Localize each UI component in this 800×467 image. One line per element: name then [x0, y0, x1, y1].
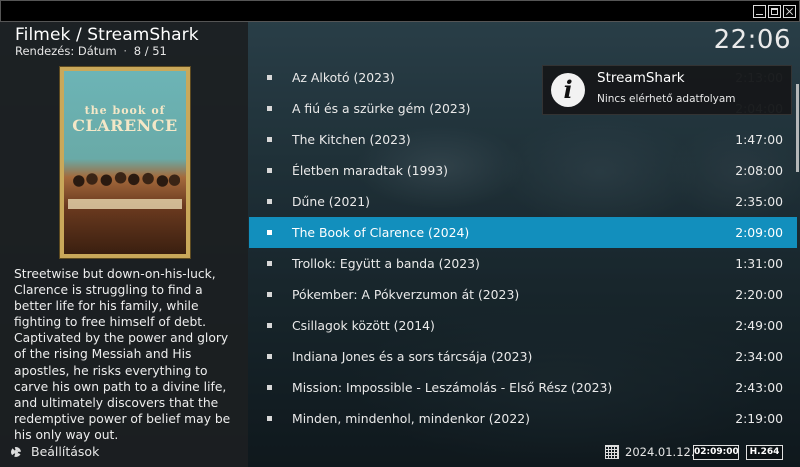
list-item[interactable]: Indiana Jones és a sors tárcsája (2023) 2… [249, 341, 797, 372]
movie-poster: the book of CLARENCE [60, 67, 190, 258]
close-icon[interactable] [783, 5, 796, 18]
duration-badge: 02:09:00 [693, 445, 739, 460]
bullet-icon [267, 354, 272, 359]
movie-title: Minden, mindenhol, mindenkor (2022) [292, 411, 530, 426]
list-item[interactable]: Csillagok között (2014) 2:49:00 [249, 310, 797, 341]
notification-title: StreamShark [597, 70, 685, 86]
sort-label: Rendezés: Dátum [15, 44, 117, 58]
list-item[interactable]: Trollok: Együtt a banda (2023) 1:31:00 [249, 248, 797, 279]
movie-duration: 2:09:00 [735, 225, 783, 240]
bullet-icon [267, 106, 272, 111]
movie-duration: 2:19:00 [735, 411, 783, 426]
minimize-icon[interactable] [753, 5, 766, 18]
movie-title: Trollok: Együtt a banda (2023) [292, 256, 480, 271]
bullet-icon [267, 75, 272, 80]
movie-duration: 2:20:00 [735, 287, 783, 302]
movie-title: Az Alkotó (2023) [292, 70, 395, 85]
list-item[interactable]: Pókember: A Pókverzumon át (2023) 2:20:00 [249, 279, 797, 310]
movie-title: Pókember: A Pókverzumon át (2023) [292, 287, 520, 302]
status-bar: 2024.01.12. 02:09:00 H.264 [0, 439, 800, 467]
movie-title: The Kitchen (2023) [292, 132, 411, 147]
bullet-icon [267, 385, 272, 390]
separator: · [123, 44, 128, 58]
notification-toast: i StreamShark Nincs elérhető adatfolyam [542, 65, 792, 115]
bullet-icon [267, 323, 272, 328]
movie-title: Mission: Impossible - Leszámolás - Első … [292, 380, 613, 395]
list-item[interactable]: Mission: Impossible - Leszámolás - Első … [249, 372, 797, 403]
clock: 22:06 [713, 25, 791, 55]
list-item[interactable]: Dűne (2021) 2:35:00 [249, 186, 797, 217]
list-item[interactable]: The Kitchen (2023) 1:47:00 [249, 124, 797, 155]
bullet-icon [267, 261, 272, 266]
poster-logo: the book of CLARENCE [72, 104, 178, 135]
bullet-icon [267, 199, 272, 204]
movie-title: A fiú és a szürke gém (2023) [292, 101, 471, 116]
movie-duration: 1:47:00 [735, 132, 783, 147]
movie-title: The Book of Clarence (2024) [292, 225, 470, 240]
list-item[interactable]: The Book of Clarence (2024) 2:09:00 [249, 217, 797, 248]
window-titlebar [0, 0, 800, 22]
movie-duration: 2:49:00 [735, 318, 783, 333]
sort-info: Rendezés: Dátum · 8 / 51 [15, 44, 167, 58]
movie-duration: 2:34:00 [735, 349, 783, 364]
movie-title: Csillagok között (2014) [292, 318, 435, 333]
notification-message: Nincs elérhető adatfolyam [597, 93, 736, 105]
date-text: 2024.01.12. [625, 445, 695, 459]
plot-text: Streetwise but down-on-his-luck, Clarenc… [14, 267, 231, 442]
list-item[interactable]: Minden, mindenhol, mindenkor (2022) 2:19:… [249, 403, 797, 434]
calendar-icon [605, 445, 619, 459]
movie-duration: 2:08:00 [735, 163, 783, 178]
movie-duration: 2:35:00 [735, 194, 783, 209]
bullet-icon [267, 230, 272, 235]
media-view: Filmek / StreamShark Rendezés: Dátum · 8… [0, 22, 800, 467]
bullet-icon [267, 416, 272, 421]
movie-title: Dűne (2021) [292, 194, 371, 209]
page-title: Filmek / StreamShark [15, 25, 199, 45]
codec-badge: H.264 [746, 445, 783, 460]
bullet-icon [267, 292, 272, 297]
movie-title: Életben maradtak (1993) [292, 163, 449, 178]
movie-title: Indiana Jones és a sors tárcsája (2023) [292, 349, 533, 364]
maximize-icon[interactable] [768, 5, 781, 18]
info-icon: i [551, 73, 585, 107]
scrollbar[interactable] [796, 84, 799, 172]
list-item[interactable]: Életben maradtak (1993) 2:08:00 [249, 155, 797, 186]
movie-list: Az Alkotó (2023)2:13:00A fiú és a szürke… [249, 62, 797, 434]
movie-duration: 1:31:00 [735, 256, 783, 271]
bullet-icon [267, 137, 272, 142]
movie-duration: 2:43:00 [735, 380, 783, 395]
info-panel: Filmek / StreamShark Rendezés: Dátum · 8… [0, 22, 248, 467]
item-position: 8 / 51 [133, 44, 167, 58]
bullet-icon [267, 168, 272, 173]
